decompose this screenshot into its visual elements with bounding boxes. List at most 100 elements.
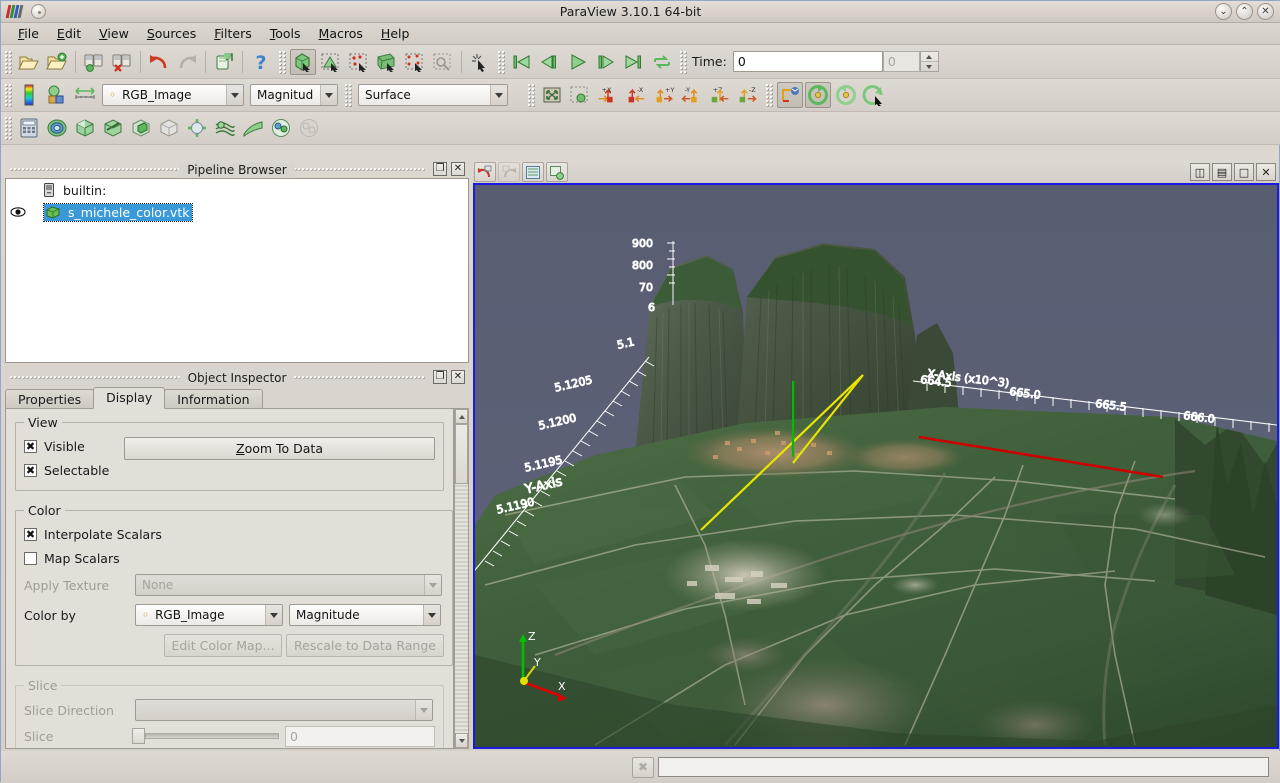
rotate-custom-icon[interactable] <box>861 82 887 108</box>
chevron-down-icon[interactable] <box>423 605 440 625</box>
reset-center-icon[interactable] <box>546 162 568 182</box>
float-panel-button[interactable]: ❐ <box>433 370 447 384</box>
minimize-button[interactable]: ⌄ <box>1215 3 1232 20</box>
show-center-axes-icon[interactable] <box>522 162 544 182</box>
select-surface-points-icon[interactable] <box>318 49 344 75</box>
select-block-icon[interactable] <box>374 49 400 75</box>
camera-link-icon[interactable] <box>777 82 803 108</box>
toolbar-grip[interactable] <box>344 83 352 107</box>
pipeline-item-builtin[interactable]: builtin: <box>6 179 468 201</box>
visible-checkbox-row[interactable]: ✖ Visible <box>24 434 124 458</box>
maximize-button[interactable]: ⌃ <box>1236 3 1253 20</box>
reset-camera-icon[interactable] <box>539 82 565 108</box>
tab-properties[interactable]: Properties <box>5 389 95 409</box>
color-component-combo[interactable]: Magnitud <box>250 84 338 106</box>
extract-subset-icon[interactable] <box>156 115 182 141</box>
chevron-down-icon[interactable] <box>226 85 243 105</box>
cancel-progress-button[interactable]: ✖ <box>632 756 654 778</box>
threshold-icon[interactable] <box>128 115 154 141</box>
select-frustum-points-icon[interactable] <box>346 49 372 75</box>
toggle-color-legend-icon[interactable] <box>44 82 70 108</box>
representation-combo[interactable]: Surface <box>358 84 508 106</box>
slice-icon[interactable] <box>100 115 126 141</box>
rescale-to-data-range-icon[interactable] <box>72 82 98 108</box>
color-by-component-combo[interactable]: Magnitude <box>289 604 441 626</box>
zoom-to-data-button[interactable]: Zoom To Data <box>124 437 435 460</box>
color-array-combo[interactable]: ◦ RGB_Image <box>102 84 244 106</box>
toolbar-grip[interactable] <box>4 83 12 107</box>
toolbar-grip[interactable] <box>527 83 535 107</box>
chevron-down-icon[interactable] <box>424 575 441 595</box>
neg-y-view-icon[interactable]: -Y <box>679 82 705 108</box>
rotate-90-ccw-icon[interactable] <box>805 82 831 108</box>
toolbar-grip[interactable] <box>4 49 12 74</box>
split-vertical-icon[interactable]: ▤ <box>1212 163 1232 181</box>
color-by-array-combo[interactable]: ◦ RGB_Image <box>135 604 283 626</box>
chevron-down-icon[interactable] <box>490 85 507 105</box>
scroll-down-button[interactable] <box>455 733 468 748</box>
selectable-checkbox-row[interactable]: ✖ Selectable <box>24 458 124 482</box>
menu-file[interactable]: FFileile <box>9 24 48 43</box>
maximize-view-icon[interactable]: □ <box>1234 163 1254 181</box>
edit-color-map-icon[interactable] <box>16 82 42 108</box>
warp-icon[interactable] <box>240 115 266 141</box>
connect-server-icon[interactable] <box>211 49 237 75</box>
toolbar-grip[interactable] <box>765 83 773 107</box>
tab-information[interactable]: Information <box>164 389 263 409</box>
toolbar-grip[interactable] <box>278 49 286 74</box>
rescale-to-data-range-button[interactable]: Rescale to Data Range <box>286 634 444 657</box>
menu-tools[interactable]: Tools <box>261 24 310 43</box>
undo-icon[interactable] <box>146 49 172 75</box>
interactive-select-icon[interactable] <box>467 49 493 75</box>
redo-icon[interactable] <box>174 49 200 75</box>
chevron-down-icon[interactable] <box>265 605 282 625</box>
contour-icon[interactable] <box>44 115 70 141</box>
pipeline-item-dataset[interactable]: s_michele_color.vtk <box>6 201 468 223</box>
last-frame-icon[interactable] <box>621 49 647 75</box>
time-index-spinner[interactable] <box>919 51 939 72</box>
menu-help[interactable]: Help <box>372 24 419 43</box>
close-panel-button[interactable]: ✕ <box>451 370 465 384</box>
chevron-down-icon[interactable] <box>415 700 432 720</box>
zoom-to-data-icon[interactable] <box>567 82 593 108</box>
menu-sources[interactable]: Sources <box>138 24 205 43</box>
stream-tracer-icon[interactable] <box>212 115 238 141</box>
object-inspector-scrollbar[interactable] <box>454 408 469 749</box>
clip-icon[interactable] <box>72 115 98 141</box>
menu-view[interactable]: View <box>90 24 138 43</box>
edit-color-map-button[interactable]: Edit Color Map... <box>164 634 282 657</box>
chevron-down-icon[interactable] <box>320 85 337 105</box>
render-view-canvas-container[interactable]: 900 800 70 6 5.1 5.1205 5.1200 5.1195 5.… <box>473 183 1279 749</box>
pos-z-view-icon[interactable]: +Z <box>707 82 733 108</box>
help-icon[interactable]: ? <box>248 49 274 75</box>
neg-x-view-icon[interactable]: -X <box>623 82 649 108</box>
menu-edit[interactable]: Edit <box>48 24 90 43</box>
apply-texture-combo[interactable]: None <box>135 574 442 596</box>
calculator-icon[interactable] <box>16 115 42 141</box>
undo-camera-icon[interactable] <box>474 162 496 182</box>
scroll-up-button[interactable] <box>455 409 468 424</box>
pos-x-view-icon[interactable]: +X <box>595 82 621 108</box>
map-scalars-checkbox[interactable] <box>24 551 37 565</box>
toolbar-grip[interactable] <box>679 49 687 74</box>
visibility-eye-icon[interactable] <box>10 206 30 218</box>
select-points-through-icon[interactable] <box>402 49 428 75</box>
scrollbar-thumb[interactable] <box>455 424 468 484</box>
zoom-to-box-icon[interactable] <box>430 49 456 75</box>
redo-camera-icon[interactable] <box>498 162 520 182</box>
slice-slider-handle[interactable] <box>132 728 145 744</box>
slice-direction-combo[interactable] <box>135 699 433 721</box>
time-index-up[interactable] <box>920 52 938 62</box>
visible-checkbox[interactable]: ✖ <box>24 439 37 453</box>
slice-value-input[interactable]: 0 <box>285 725 435 747</box>
time-index-down[interactable] <box>921 62 938 71</box>
split-horizontal-icon[interactable]: ◫ <box>1190 163 1210 181</box>
first-frame-icon[interactable] <box>509 49 535 75</box>
toolbar-grip[interactable] <box>4 116 12 140</box>
window-menu-icon[interactable] <box>31 4 46 19</box>
time-index-input[interactable]: 0 <box>882 51 920 72</box>
render-view-canvas[interactable]: 900 800 70 6 5.1 5.1205 5.1200 5.1195 5.… <box>475 185 1277 747</box>
close-button[interactable]: ✕ <box>1257 3 1274 20</box>
open-file-icon[interactable] <box>16 49 42 75</box>
map-scalars-row[interactable]: Map Scalars <box>24 546 444 570</box>
